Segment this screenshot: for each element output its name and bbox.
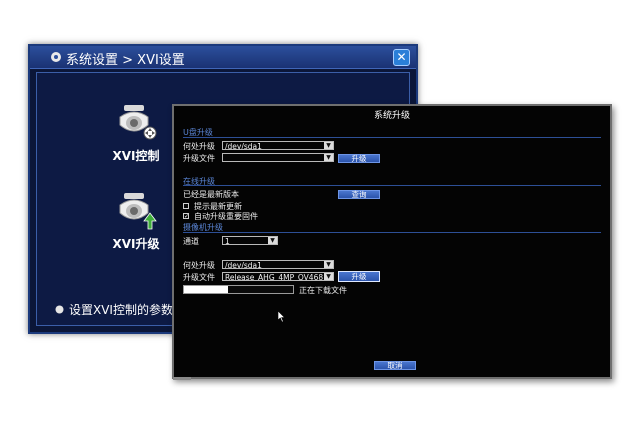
dialog-title: 系统升级	[373, 111, 410, 121]
window-titlebar: 系统设置 > XVI设置 ✕	[30, 46, 416, 69]
close-button[interactable]: ✕	[393, 49, 410, 66]
chevron-down-icon: ▼	[324, 142, 333, 149]
mouse-cursor-icon	[278, 311, 286, 323]
download-progress-bar	[183, 285, 294, 294]
camera-file-label: 升级文件	[183, 273, 215, 282]
chevron-down-icon: ▼	[324, 154, 333, 161]
online-status-text: 已经是最新版本	[183, 190, 239, 199]
channel-select[interactable]: 1 ▼	[222, 236, 278, 245]
channel-value: 1	[225, 237, 230, 245]
camera-location-value: /dev/sda1	[225, 261, 262, 269]
usb-file-select[interactable]: ▼	[222, 153, 334, 162]
xvi-control-tile[interactable]: XVI控制	[91, 103, 181, 164]
xvi-upgrade-label: XVI升级	[112, 237, 160, 251]
window-title: 系统设置 > XVI设置	[66, 53, 185, 68]
camera-dome-ptz-icon	[119, 105, 157, 140]
settings-icon	[51, 52, 61, 62]
channel-label: 通道	[183, 237, 199, 246]
query-button[interactable]: 查询	[338, 190, 380, 199]
usb-upgrade-button[interactable]: 升级	[338, 154, 380, 163]
usb-location-select[interactable]: /dev/sda1 ▼	[222, 141, 334, 150]
camera-dome-upgrade-icon	[119, 193, 157, 230]
section-divider	[183, 137, 601, 138]
chevron-down-icon: ▼	[324, 261, 333, 268]
section-divider	[183, 185, 601, 186]
auto-upgrade-label: 自动升级重要固件	[194, 212, 258, 221]
camera-upgrade-button[interactable]: 升级	[338, 271, 380, 282]
camera-location-select[interactable]: /dev/sda1 ▼	[222, 260, 334, 269]
camera-file-value: Release_AHG_4MP_OV468	[225, 273, 324, 281]
xvi-upgrade-tile[interactable]: XVI升级	[91, 191, 181, 252]
notify-update-checkbox[interactable]	[183, 203, 189, 209]
settings-icon	[55, 305, 64, 314]
usb-location-label: 何处升级	[183, 142, 215, 151]
dialog-shadow-mark	[173, 377, 191, 380]
usb-file-label: 升级文件	[183, 154, 215, 163]
chevron-down-icon: ▼	[324, 273, 333, 280]
window-description: 设置XVI控制的参数	[69, 303, 173, 317]
download-progress-fill	[184, 286, 228, 293]
xvi-control-label: XVI控制	[112, 149, 160, 163]
camera-file-select[interactable]: Release_AHG_4MP_OV468 ▼	[222, 272, 334, 281]
system-upgrade-dialog: 系统升级 U盘升级 何处升级 /dev/sda1 ▼ 升级文件 ▼ 升级 在线升…	[172, 104, 612, 379]
chevron-down-icon: ▼	[268, 237, 277, 244]
section-divider	[183, 232, 601, 233]
camera-location-label: 何处升级	[183, 261, 215, 270]
usb-location-value: /dev/sda1	[225, 142, 262, 150]
auto-upgrade-checkbox[interactable]: ✓	[183, 213, 189, 220]
download-status-text: 正在下载文件	[299, 286, 347, 295]
cancel-button[interactable]: 取消	[374, 361, 416, 370]
